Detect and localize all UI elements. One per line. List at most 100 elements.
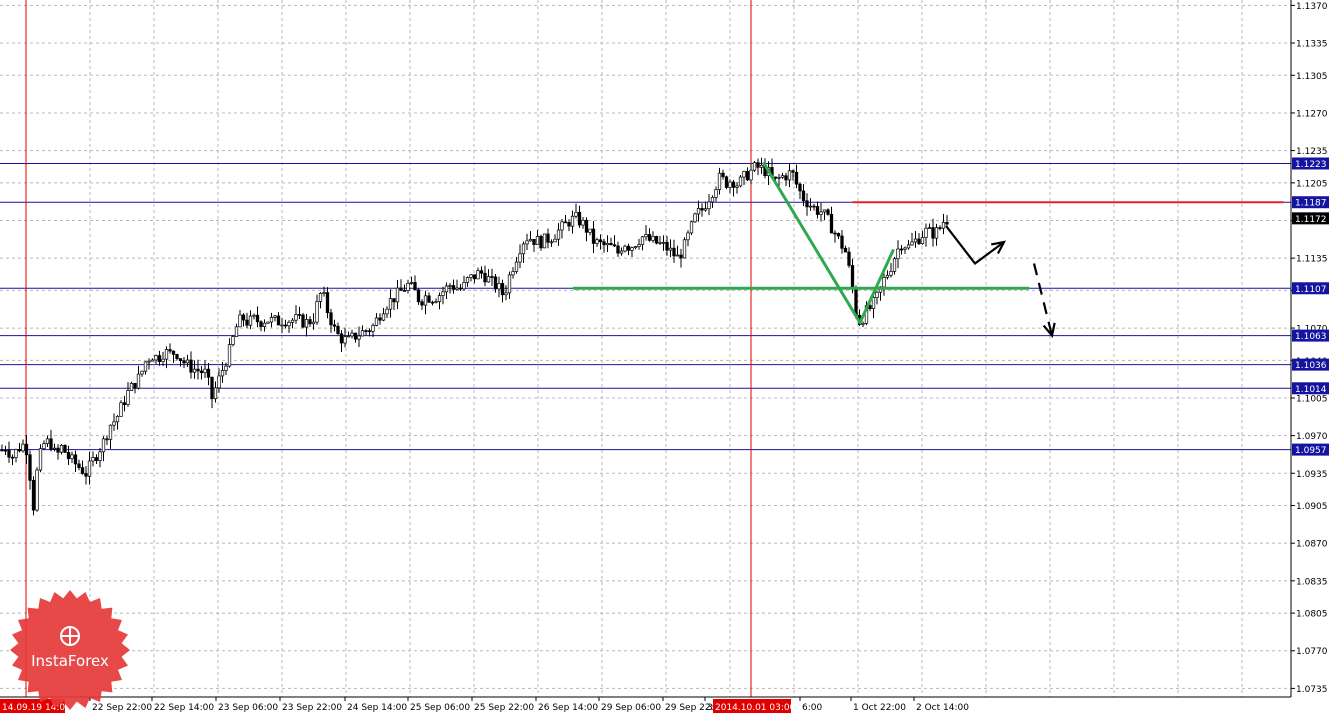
candle — [437, 292, 442, 310]
candle — [28, 450, 32, 490]
candle — [493, 273, 498, 293]
vertical-markers-layer — [25, 0, 752, 697]
grid-layer — [0, 0, 1291, 697]
y-tick-label: 1.0870 — [1296, 540, 1328, 550]
level-price-tag: 1.1036 — [1292, 358, 1329, 371]
candle — [182, 357, 186, 369]
candle — [913, 230, 918, 248]
candle — [346, 331, 351, 338]
candle — [843, 245, 848, 253]
candle — [56, 444, 60, 460]
candle — [833, 230, 837, 243]
candle — [364, 329, 368, 336]
candle — [633, 245, 638, 250]
current-price-tag: 1.1172 — [1292, 212, 1329, 225]
candle — [511, 267, 515, 279]
candle — [392, 298, 396, 311]
candle — [896, 240, 900, 269]
candle — [434, 298, 438, 304]
candle — [430, 300, 435, 306]
logo-badge — [10, 590, 130, 710]
level-price-tag: 1.1187 — [1292, 196, 1329, 209]
x-tick-label: 24 Sep 14:00 — [347, 703, 407, 713]
candle — [465, 276, 470, 287]
candle — [339, 330, 344, 352]
candle — [479, 266, 484, 279]
candle — [203, 360, 207, 378]
candle — [556, 223, 561, 246]
candle — [917, 233, 921, 245]
y-tick-label: 1.1370 — [1296, 2, 1328, 12]
drawings-layer — [572, 161, 1284, 339]
y-tick-label: 1.0770 — [1296, 647, 1328, 657]
y-tick-label: 1.1005 — [1296, 394, 1328, 404]
candle — [906, 239, 911, 250]
candle — [483, 265, 487, 287]
y-tick-label: 1.1235 — [1296, 147, 1328, 157]
candle — [7, 441, 11, 463]
candle — [752, 161, 757, 172]
candle — [73, 450, 78, 473]
candle — [374, 313, 379, 327]
candle — [840, 230, 844, 254]
candle — [490, 268, 494, 286]
candle — [259, 320, 263, 332]
candle — [455, 279, 459, 291]
y-tick-label: 1.0735 — [1296, 685, 1328, 695]
candle — [630, 246, 634, 257]
candle — [812, 203, 816, 211]
svg-text:14.09.19 14:00: 14.09.19 14:00 — [2, 703, 71, 713]
svg-text:1.1107: 1.1107 — [1295, 285, 1327, 295]
svg-text:1.1172: 1.1172 — [1295, 215, 1327, 225]
trendline[interactable] — [762, 161, 862, 325]
trendline[interactable] — [858, 249, 895, 325]
candle — [266, 321, 270, 324]
candle — [675, 245, 680, 257]
candle — [336, 322, 340, 335]
candle — [798, 182, 802, 200]
candle — [528, 231, 533, 242]
candle — [623, 244, 627, 253]
candle — [234, 323, 239, 337]
candle — [640, 236, 645, 251]
candle — [399, 279, 403, 291]
chart-container[interactable]: 1.1370 1.1335 1.1305 1.1270 1.1235 1.1205 1.11… — [0, 0, 1329, 720]
x-tick-label: 2 Oct 14:00 — [916, 703, 969, 713]
forecast-arrow[interactable] — [1032, 263, 1054, 336]
x-tick-label: 22 Sep 14:00 — [154, 703, 214, 713]
candle — [826, 208, 830, 216]
candle — [717, 167, 722, 195]
candle — [931, 218, 935, 247]
candle — [248, 310, 253, 330]
price-chart[interactable]: 1.1370 1.1335 1.1305 1.1270 1.1235 1.1205 1.11… — [0, 0, 1329, 720]
candle — [794, 164, 799, 189]
candle — [875, 291, 879, 305]
candle — [574, 203, 578, 219]
candle — [101, 436, 106, 462]
candle — [241, 313, 246, 327]
candle — [567, 219, 571, 232]
level-price-tag: 1.0957 — [1292, 443, 1329, 456]
candle — [815, 201, 820, 219]
candle — [0, 444, 4, 452]
candle — [283, 319, 288, 329]
candle — [703, 201, 708, 212]
y-tick-label: 1.1335 — [1296, 40, 1328, 50]
candle — [157, 350, 162, 366]
candle — [885, 270, 890, 280]
candle — [10, 454, 15, 466]
candle — [126, 382, 130, 407]
candle — [119, 400, 123, 417]
candle — [231, 334, 235, 347]
candle — [290, 317, 295, 329]
candle — [70, 451, 74, 463]
candle — [189, 351, 193, 379]
candle — [416, 288, 421, 305]
candle — [280, 317, 284, 334]
candle — [819, 202, 823, 222]
candle — [756, 158, 760, 176]
candle — [441, 286, 445, 305]
x-tick-label: 26 Sep 14:00 — [538, 703, 598, 713]
x-tick-label: 6:00 — [802, 703, 822, 713]
candle — [546, 228, 550, 249]
